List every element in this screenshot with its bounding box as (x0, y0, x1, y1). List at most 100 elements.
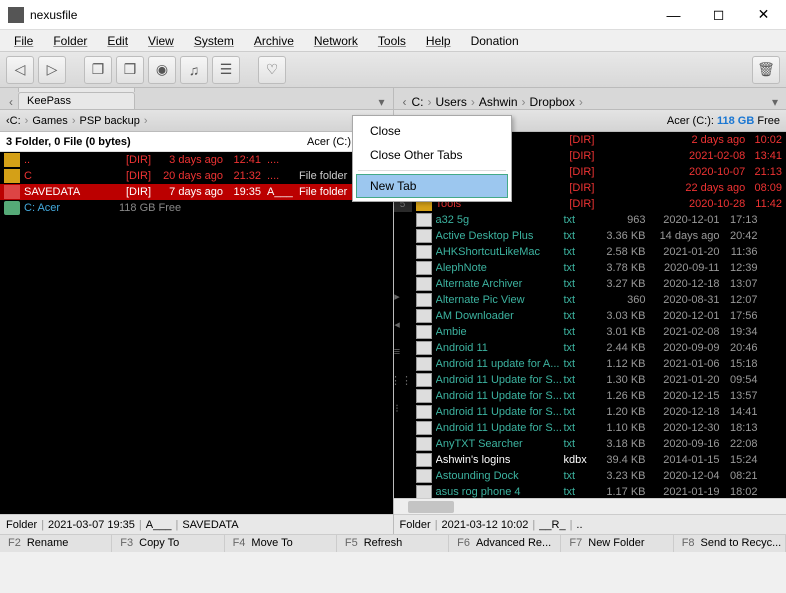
copy-icon[interactable]: ❐ (84, 56, 112, 84)
col-size: 1.26 KB (594, 390, 646, 402)
file-row[interactable]: C: Acer118 GB Free (0, 200, 393, 216)
menu-tools[interactable]: Tools (368, 32, 416, 50)
ctx-new-tab[interactable]: New Tab (356, 174, 508, 198)
file-row[interactable]: ..[DIR]3 days ago12:41.... (0, 152, 393, 168)
col-time: 17:56 (720, 310, 758, 322)
col-date: 2020-12-30 (646, 422, 720, 434)
file-name: C (24, 170, 119, 182)
fkey-f2[interactable]: F2Rename (0, 535, 112, 552)
menu-archive[interactable]: Archive (244, 32, 304, 50)
view-icon[interactable]: ☰ (212, 56, 240, 84)
col-size: 1.12 KB (594, 358, 646, 370)
col-date: 3 days ago (151, 154, 223, 166)
ctx-close-others[interactable]: Close Other Tabs (356, 143, 508, 167)
file-row[interactable]: AHKShortcutLikeMactxt2.58 KB2021-01-2011… (412, 244, 786, 260)
close-button[interactable]: ✕ (741, 0, 786, 30)
heart-icon[interactable]: ♡ (258, 56, 286, 84)
menu-folder[interactable]: Folder (43, 32, 97, 50)
tab-menu-icon[interactable]: ▾ (375, 95, 389, 109)
file-row[interactable]: Ambietxt3.01 KB2021-02-0819:34 (412, 324, 786, 340)
music-icon[interactable]: ♫ (180, 56, 208, 84)
file-row[interactable]: Android 11 Update for S...txt1.26 KB2020… (412, 388, 786, 404)
file-row[interactable]: C[DIR]20 days ago21:32....File folder (0, 168, 393, 184)
horizontal-scrollbar[interactable] (394, 498, 786, 514)
file-icon (416, 341, 432, 355)
window-icon[interactable]: ❒ (116, 56, 144, 84)
back-icon[interactable]: ◁ (6, 56, 34, 84)
file-row[interactable]: Active Desktop Plustxt3.36 KB14 days ago… (412, 228, 786, 244)
equalizer-icon[interactable]: ⋮⋮ (390, 374, 404, 388)
left-breadcrumb[interactable]: ‹ C:›Games›PSP backup› (0, 110, 393, 132)
menu-edit[interactable]: Edit (97, 32, 138, 50)
col-time: 19:35 (223, 186, 261, 198)
file-row[interactable]: SAVEDATA[DIR]7 days ago19:35A___File fol… (0, 184, 393, 200)
tab-context-menu[interactable]: Close Close Other Tabs New Tab (352, 115, 512, 202)
breadcrumb-seg[interactable]: Dropbox (530, 95, 575, 109)
col-date: 7 days ago (151, 186, 223, 198)
menu-system[interactable]: System (184, 32, 244, 50)
menu-network[interactable]: Network (304, 32, 368, 50)
fkey-f8[interactable]: F8Send to Recyc... (674, 535, 786, 552)
fkey-f5[interactable]: F5Refresh (337, 535, 449, 552)
menu-help[interactable]: Help (416, 32, 461, 50)
middle-tool-strip: ▸ ◂ ≡ ⋮⋮ ⁝ (390, 290, 404, 416)
fkey-f6[interactable]: F6Advanced Re... (449, 535, 561, 552)
file-row[interactable]: Android 11 Update for S...txt1.30 KB2021… (412, 372, 786, 388)
file-row[interactable]: Android 11 update for A...txt1.12 KB2021… (412, 356, 786, 372)
file-name: Alternate Archiver (436, 278, 564, 290)
file-row[interactable]: Ashwin's loginskdbx39.4 KB2014-01-1515:2… (412, 452, 786, 468)
breadcrumb-seg[interactable]: Users (436, 95, 467, 109)
col-ext: txt (564, 326, 594, 338)
menu-view[interactable]: View (138, 32, 184, 50)
col-ext: txt (564, 342, 594, 354)
tab-keepass[interactable]: KeePass (18, 92, 135, 109)
file-row[interactable]: Android 11 Update for S...txt1.10 KB2020… (412, 420, 786, 436)
breadcrumb-seg[interactable]: PSP backup (79, 115, 139, 127)
fkey-f7[interactable]: F7New Folder (561, 535, 673, 552)
breadcrumb-seg[interactable]: C: (412, 95, 424, 109)
play-left-icon[interactable]: ◂ (390, 318, 404, 332)
fkey-f3[interactable]: F3Copy To (112, 535, 224, 552)
scroll-thumb[interactable] (408, 501, 454, 513)
tab-scroll-left-icon[interactable]: ‹ (4, 95, 18, 109)
minimize-button[interactable]: — (651, 0, 696, 30)
file-icon (416, 485, 432, 498)
breadcrumb-seg[interactable]: C: (10, 115, 21, 127)
file-row[interactable]: a32 5gtxt9632020-12-0117:13 (412, 212, 786, 228)
file-row[interactable]: Alternate Pic Viewtxt3602020-08-3112:07 (412, 292, 786, 308)
file-row[interactable]: AnyTXT Searchertxt3.18 KB2020-09-1622:08 (412, 436, 786, 452)
menu-donation[interactable]: Donation (461, 32, 529, 50)
bars-icon[interactable]: ≡ (390, 346, 404, 360)
left-statusbar: Folder | 2021-03-07 19:35 | A___ | SAVED… (0, 514, 393, 534)
file-row[interactable]: Android 11txt2.44 KB2020-09-0920:46 (412, 340, 786, 356)
breadcrumb-seg[interactable]: Games (32, 115, 67, 127)
tab-scroll-left-icon[interactable]: ‹ (398, 95, 412, 109)
file-row[interactable]: asus rog phone 4txt1.17 KB2021-01-1918:0… (412, 484, 786, 498)
breadcrumb-seg[interactable]: Ashwin (479, 95, 518, 109)
col-date: 2020-12-01 (646, 214, 720, 226)
maximize-button[interactable]: ◻ (696, 0, 741, 30)
play-right-icon[interactable]: ▸ (390, 290, 404, 304)
left-filelist[interactable]: ..[DIR]3 days ago12:41....C[DIR]20 days … (0, 152, 393, 514)
tab-menu-icon[interactable]: ▾ (768, 95, 782, 109)
file-row[interactable]: Astounding Docktxt3.23 KB2020-12-0408:21 (412, 468, 786, 484)
file-row[interactable]: AM Downloadertxt3.03 KB2020-12-0117:56 (412, 308, 786, 324)
right-drive-label: Acer (C:): (667, 115, 717, 127)
file-row[interactable]: AlephNotetxt3.78 KB2020-09-1112:39 (412, 260, 786, 276)
file-row[interactable]: Alternate Archivertxt3.27 KB2020-12-1813… (412, 276, 786, 292)
fkey-label: Copy To (139, 537, 179, 549)
ctx-close[interactable]: Close (356, 119, 508, 143)
trash-icon[interactable]: 🗑 (752, 56, 780, 84)
col-time: 13:07 (720, 278, 758, 290)
col-date: 14 days ago (646, 230, 720, 242)
camera-icon[interactable]: ◉ (148, 56, 176, 84)
dots-icon[interactable]: ⁝ (390, 402, 404, 416)
file-icon (416, 309, 432, 323)
fkey-f4[interactable]: F4Move To (225, 535, 337, 552)
file-name: asus rog phone 4 (436, 486, 564, 498)
file-row[interactable]: Android 11 Update for S...txt1.20 KB2020… (412, 404, 786, 420)
tab-label: KeePass (27, 95, 71, 107)
forward-icon[interactable]: ▷ (38, 56, 66, 84)
menu-file[interactable]: File (4, 32, 43, 50)
col-date: 2021-01-20 (646, 246, 720, 258)
